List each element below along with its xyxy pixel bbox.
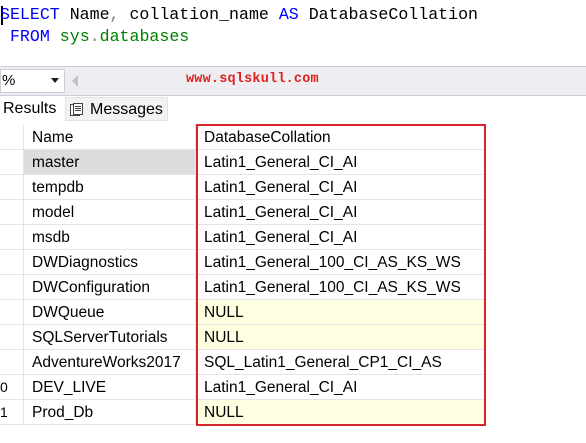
collation-cell[interactable]: Latin1_General_CI_AI — [196, 175, 486, 200]
table-row[interactable]: master Latin1_General_CI_AI — [0, 150, 586, 175]
scroll-left-arrow-icon[interactable] — [72, 75, 78, 87]
name-cell[interactable]: AdventureWorks2017 — [24, 350, 196, 375]
schema-sys: sys — [59, 27, 90, 46]
results-tab-strip: Results Messages — [0, 96, 586, 123]
collation-cell[interactable]: SQL_Latin1_General_CP1_CI_AS — [196, 350, 486, 375]
name-cell[interactable]: SQLServerTutorials — [24, 325, 196, 350]
name-cell[interactable]: model — [24, 200, 196, 225]
name-cell[interactable]: Prod_Db — [24, 400, 196, 425]
keyword-select: SELECT — [0, 5, 60, 24]
name-cell[interactable]: DWDiagnostics — [24, 250, 196, 275]
table-row[interactable]: AdventureWorks2017 SQL_Latin1_General_CP1… — [0, 350, 586, 375]
tab-results-label: Results — [3, 100, 57, 117]
column-collation: collation_name — [119, 5, 279, 24]
watermark-text: www.sqlskull.com — [186, 72, 319, 87]
results-grid[interactable]: Name DatabaseCollation master Latin1_Gene… — [0, 125, 586, 443]
collation-cell[interactable]: Latin1_General_100_CI_AS_KS_WS — [196, 250, 486, 275]
query-editor[interactable]: SELECT Name, collation_name AS DatabaseC… — [0, 0, 586, 62]
row-number-cell[interactable] — [0, 200, 24, 225]
tab-messages-label: Messages — [90, 101, 163, 118]
zoom-dropdown[interactable]: % — [0, 69, 65, 93]
name-cell[interactable]: master — [24, 150, 196, 175]
name-cell[interactable]: DWQueue — [24, 300, 196, 325]
collation-cell[interactable]: NULL — [196, 400, 486, 425]
table-row[interactable]: DWQueue NULL — [0, 300, 586, 325]
table-row[interactable]: msdb Latin1_General_CI_AI — [0, 225, 586, 250]
zoom-value: % — [2, 72, 16, 89]
name-cell[interactable]: DWConfiguration — [24, 275, 196, 300]
column-header-database-collation[interactable]: DatabaseCollation — [196, 125, 486, 150]
table-row[interactable]: tempdb Latin1_General_CI_AI — [0, 175, 586, 200]
collation-cell[interactable]: NULL — [196, 300, 486, 325]
row-number-header[interactable] — [0, 125, 24, 150]
code-line-1: SELECT Name, collation_name AS DatabaseC… — [0, 4, 478, 26]
column-header-name[interactable]: Name — [24, 125, 196, 150]
table-row[interactable]: SQLServerTutorials NULL — [0, 325, 586, 350]
row-number-cell[interactable] — [0, 325, 24, 350]
grid-header-row: Name DatabaseCollation — [0, 125, 586, 150]
chevron-down-icon[interactable] — [51, 78, 59, 83]
column-name: Name — [59, 5, 110, 24]
table-row[interactable]: 0 DEV_LIVE Latin1_General_CI_AI — [0, 375, 586, 400]
messages-icon — [70, 103, 83, 116]
name-cell[interactable]: tempdb — [24, 175, 196, 200]
row-number-cell[interactable] — [0, 300, 24, 325]
keyword-as: AS — [278, 5, 299, 24]
keyword-from: FROM — [9, 27, 50, 46]
row-number-cell[interactable] — [0, 350, 24, 375]
table-row[interactable]: DWDiagnostics Latin1_General_100_CI_AS_KS… — [0, 250, 586, 275]
collation-cell[interactable]: Latin1_General_CI_AI — [196, 225, 486, 250]
table-row[interactable]: DWConfiguration Latin1_General_100_CI_AS_… — [0, 275, 586, 300]
comma: , — [109, 5, 120, 24]
collation-cell[interactable]: Latin1_General_CI_AI — [196, 375, 486, 400]
tab-results[interactable]: Results — [0, 97, 62, 121]
collation-cell[interactable]: NULL — [196, 325, 486, 350]
code-line-2: FROM sys.databases — [0, 26, 189, 48]
row-number-cell[interactable] — [0, 250, 24, 275]
row-number-cell[interactable]: 0 — [0, 375, 24, 400]
row-number-cell[interactable] — [0, 150, 24, 175]
editor-status-bar: % www.sqlskull.com — [0, 66, 586, 96]
row-number-cell[interactable] — [0, 175, 24, 200]
alias-database-collation: DatabaseCollation — [298, 5, 479, 24]
collation-cell[interactable]: Latin1_General_CI_AI — [196, 200, 486, 225]
name-cell[interactable]: msdb — [24, 225, 196, 250]
collation-cell[interactable]: Latin1_General_CI_AI — [196, 150, 486, 175]
table-row[interactable]: 1 Prod_Db NULL — [0, 400, 586, 425]
table-databases: databases — [99, 27, 190, 46]
row-number-cell[interactable] — [0, 275, 24, 300]
row-number-cell[interactable]: 1 — [0, 400, 24, 425]
row-number-cell[interactable] — [0, 225, 24, 250]
dot: . — [89, 27, 100, 46]
name-cell[interactable]: DEV_LIVE — [24, 375, 196, 400]
collation-cell[interactable]: Latin1_General_100_CI_AS_KS_WS — [196, 275, 486, 300]
table-row[interactable]: model Latin1_General_CI_AI — [0, 200, 586, 225]
tab-messages[interactable]: Messages — [65, 97, 168, 121]
